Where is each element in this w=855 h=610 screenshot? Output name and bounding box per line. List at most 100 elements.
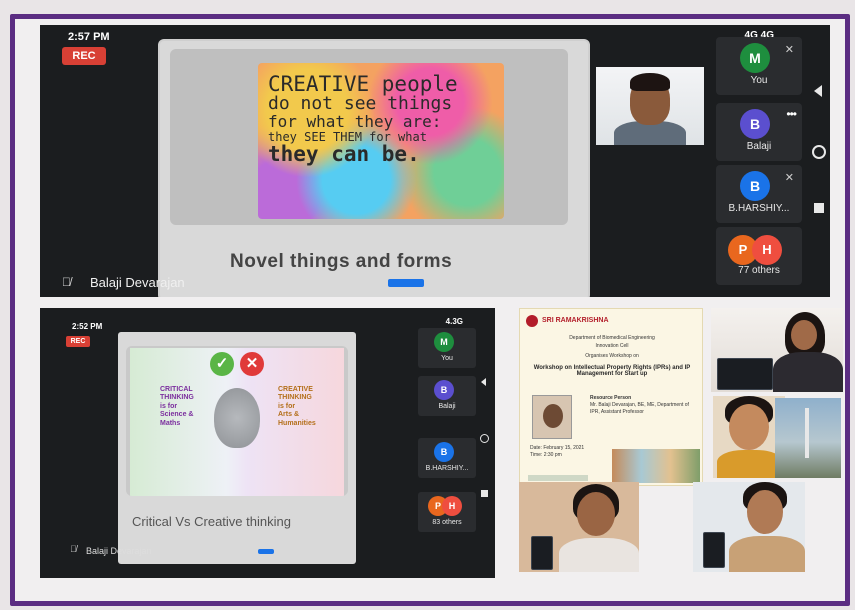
mic-off-icon: 🎙̸: [62, 275, 71, 289]
participant-name: Balaji: [746, 141, 772, 152]
participant-strip: M ✕ You B ••• Balaji B ✕ B.HARSHIY... P …: [716, 37, 806, 287]
participant-name: B.HARSHIY...: [728, 203, 790, 214]
participant-body: [559, 538, 639, 572]
participant-tile-you[interactable]: M You: [418, 328, 476, 368]
avatar: B: [740, 171, 770, 201]
participant-tile-you[interactable]: M ✕ You: [716, 37, 802, 95]
back-icon[interactable]: [481, 378, 486, 386]
recording-badge: REC: [66, 336, 90, 347]
slide-control-button[interactable]: [388, 279, 424, 287]
cross-icon: ✕: [240, 352, 264, 376]
participant-video-outdoor: [775, 398, 841, 478]
recording-badge: REC: [62, 47, 106, 65]
flyer-workshop-title: Workshop on Intellectual Property Rights…: [533, 365, 691, 377]
avatar: H: [442, 496, 462, 516]
slide-title: Novel things and forms: [230, 251, 453, 272]
participant-video-phone-1: [519, 482, 639, 572]
critical-thinking-text: CRITICAL THINKING is for Science & Maths: [160, 386, 194, 427]
institution-name: SRI RAMAKRISHNA: [542, 317, 609, 324]
quote-line: for what they are:: [268, 111, 442, 131]
avatar: M: [740, 43, 770, 73]
laptop-icon: [717, 358, 773, 390]
avatar: M: [434, 332, 454, 352]
phone-icon: [531, 536, 553, 570]
avatar-group: P H: [728, 235, 792, 265]
participant-tile-harshiya[interactable]: B ✕ B.HARSHIY...: [716, 165, 802, 223]
home-icon[interactable]: [812, 145, 826, 159]
thinking-artwork: ✓ ✕ CRITICAL THINKING is for Science & M…: [130, 348, 344, 496]
participant-name: You: [750, 75, 768, 86]
quote-line: they can be.: [268, 142, 420, 167]
presented-slide: CREATIVE people do not see things for wh…: [160, 41, 588, 297]
flyer-time: Time: 2:30 pm: [530, 452, 562, 458]
creative-thinking-text: CREATIVE THINKING is for Arts & Humaniti…: [278, 386, 316, 427]
slide-title: Critical Vs Creative thinking: [132, 514, 291, 529]
speaker-hair: [630, 73, 670, 91]
phone-icon: [703, 532, 725, 568]
flyer-organises: Organises Workshop on: [585, 353, 639, 359]
flyer-footer-logo: [528, 475, 588, 481]
flyer-date: Date: February 15, 2021: [530, 445, 585, 451]
bottom-left-meeting-screen: 2:52 PM 4.3G REC ✓ ✕ CRITICAL THINKING i…: [40, 308, 495, 578]
participant-strip: M You B Balaji B B.HARSHIY... P H 83 oth…: [418, 328, 480, 568]
participant-video-phone-2: [693, 482, 805, 572]
institution-logo: [526, 315, 538, 327]
quote-text: CREATIVE people do not see things for wh…: [268, 73, 496, 165]
participant-count: 83 others: [432, 519, 462, 526]
presented-slide: ✓ ✕ CRITICAL THINKING is for Science & M…: [118, 332, 356, 564]
status-time: 2:52 PM: [72, 322, 103, 331]
back-icon[interactable]: [814, 85, 822, 97]
signal-status: 4.3G: [445, 317, 463, 326]
resource-person-info: Resource Person Mr. Balaji Devarajan, BE…: [590, 395, 700, 415]
participant-body: [773, 352, 843, 392]
participant-name: B.HARSHIY...: [425, 465, 469, 472]
quote-line: CREATIVE people: [268, 72, 458, 96]
mic-off-icon: ✕: [784, 172, 794, 184]
status-time: 2:57 PM: [68, 31, 110, 43]
more-options-icon[interactable]: •••: [786, 107, 797, 121]
participant-tile-others[interactable]: P H 83 others: [418, 492, 476, 532]
resource-person-face: [543, 404, 563, 428]
flyer-photo-strip: [612, 449, 700, 483]
event-flyer: SRI RAMAKRISHNA Department of Biomedical…: [519, 308, 703, 486]
quote-artwork: CREATIVE people do not see things for wh…: [258, 63, 504, 219]
avatar: B: [434, 442, 454, 462]
flyer-department: Department of Biomedical Engineering: [569, 335, 655, 341]
slide-image-area: ✓ ✕ CRITICAL THINKING is for Science & M…: [126, 346, 348, 496]
home-icon[interactable]: [480, 434, 489, 443]
recent-apps-icon[interactable]: [481, 490, 488, 497]
participant-face: [791, 320, 817, 350]
resource-details: Mr. Balaji Devarajan, BE, ME, Department…: [590, 401, 689, 415]
speaker-name-label: Balaji Devarajan: [86, 546, 152, 556]
participant-face: [577, 492, 615, 536]
mic-off-icon: 🎙̸: [70, 544, 77, 554]
mic-off-icon: ✕: [784, 44, 794, 56]
participant-body: [717, 450, 783, 478]
top-meeting-screen: 2:57 PM 4G 4G REC CREATIVE people do not…: [40, 25, 830, 297]
check-icon: ✓: [210, 352, 234, 376]
flyer-date-block: Date: February 15, 2021 Time: 2:30 pm: [530, 445, 584, 459]
participant-name: You: [441, 355, 453, 362]
participants-collage: SRI RAMAKRISHNA Department of Biomedical…: [497, 302, 847, 578]
brain-icon: [214, 388, 260, 448]
slide-image-area: CREATIVE people do not see things for wh…: [170, 49, 568, 225]
recent-apps-icon[interactable]: [814, 203, 824, 213]
speaker-video-tile[interactable]: [596, 67, 704, 145]
participant-tile-balaji[interactable]: B Balaji: [418, 376, 476, 416]
participant-body: [729, 536, 805, 572]
participant-name: Balaji: [438, 403, 456, 410]
participant-count: 77 others: [738, 265, 780, 276]
resource-label: Resource Person: [590, 395, 632, 401]
participant-tile-harshiya[interactable]: B B.HARSHIY...: [418, 438, 476, 478]
avatar: B: [740, 109, 770, 139]
participant-tile-others[interactable]: P H 77 others: [716, 227, 802, 285]
window-frame: [805, 408, 809, 458]
slide-control-button[interactable]: [258, 549, 274, 554]
avatar: H: [752, 235, 782, 265]
participant-face: [747, 490, 783, 534]
participant-tile-balaji[interactable]: B ••• Balaji: [716, 103, 802, 161]
flyer-cell: Innovation Cell: [595, 343, 629, 349]
resource-person-photo: [532, 395, 572, 439]
speaker-name-label: Balaji Devarajan: [90, 275, 185, 290]
participant-face: [729, 404, 769, 450]
